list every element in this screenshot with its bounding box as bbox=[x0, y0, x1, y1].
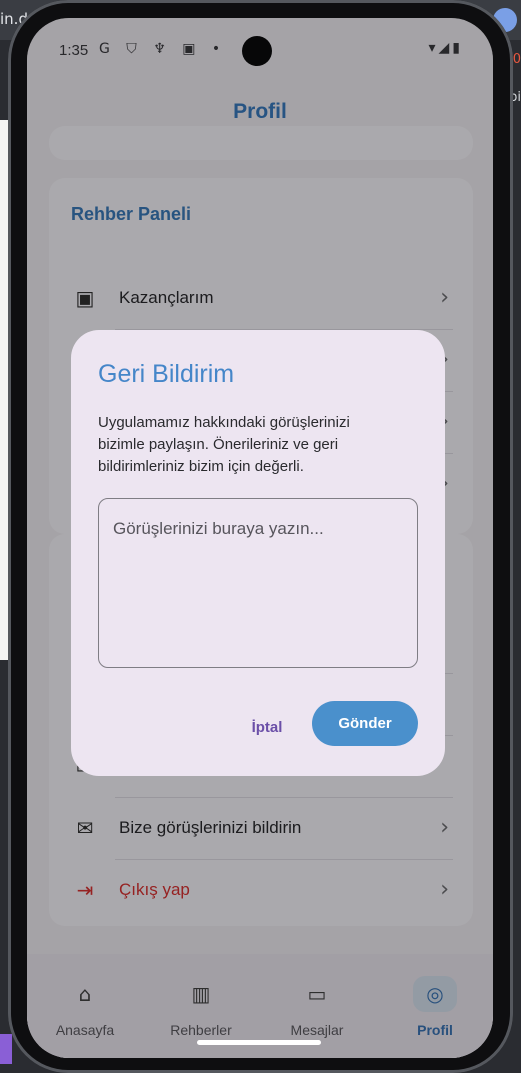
phone-screen: 1:35 G ⛉ ♆ ▣ • ▾◢▮ Profil Rehber Paneli … bbox=[27, 18, 493, 1058]
phone-frame: 1:35 G ⛉ ♆ ▣ • ▾◢▮ Profil Rehber Paneli … bbox=[8, 0, 513, 1073]
cancel-button[interactable]: İptal bbox=[239, 710, 295, 746]
home-indicator[interactable] bbox=[197, 1040, 321, 1045]
send-button[interactable]: Gönder bbox=[312, 701, 418, 746]
desktop-left-panel bbox=[0, 120, 8, 660]
desktop-left-strip bbox=[0, 1034, 12, 1064]
feedback-textarea[interactable]: Görüşlerinizi buraya yazın... bbox=[98, 498, 418, 668]
feedback-placeholder: Görüşlerinizi buraya yazın... bbox=[113, 519, 324, 538]
dialog-description: Uygulamamız hakkındaki görüşlerinizi biz… bbox=[98, 414, 350, 475]
dialog-title: Geri Bildirim bbox=[98, 360, 235, 388]
feedback-dialog: Geri Bildirim Uygulamamız hakkındaki gör… bbox=[71, 330, 445, 776]
